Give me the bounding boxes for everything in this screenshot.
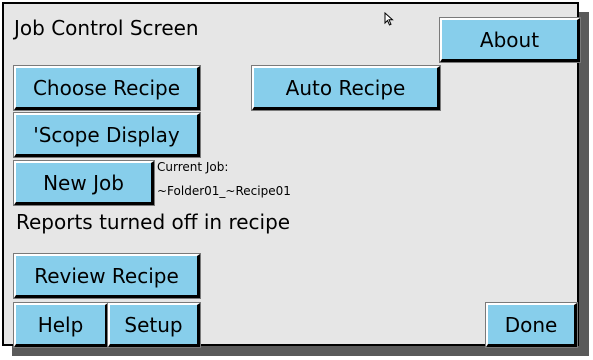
current-job-value: ~Folder01_~Recipe01 xyxy=(157,184,291,198)
review-recipe-button[interactable]: Review Recipe xyxy=(13,253,201,299)
help-button[interactable]: Help xyxy=(13,302,109,348)
auto-recipe-button[interactable]: Auto Recipe xyxy=(251,65,441,111)
scope-display-button[interactable]: 'Scope Display xyxy=(13,112,201,158)
current-job-label: Current Job: xyxy=(157,160,229,174)
reports-status-text: Reports turned off in recipe xyxy=(16,210,291,234)
setup-button[interactable]: Setup xyxy=(107,302,201,348)
screen-title: Job Control Screen xyxy=(14,16,199,40)
job-control-panel: Job Control Screen About Choose Recipe A… xyxy=(2,2,581,348)
choose-recipe-button[interactable]: Choose Recipe xyxy=(13,65,201,111)
done-button[interactable]: Done xyxy=(485,302,578,348)
about-button[interactable]: About xyxy=(439,17,581,63)
new-job-button[interactable]: New Job xyxy=(13,160,155,206)
mouse-pointer-icon xyxy=(384,12,394,26)
